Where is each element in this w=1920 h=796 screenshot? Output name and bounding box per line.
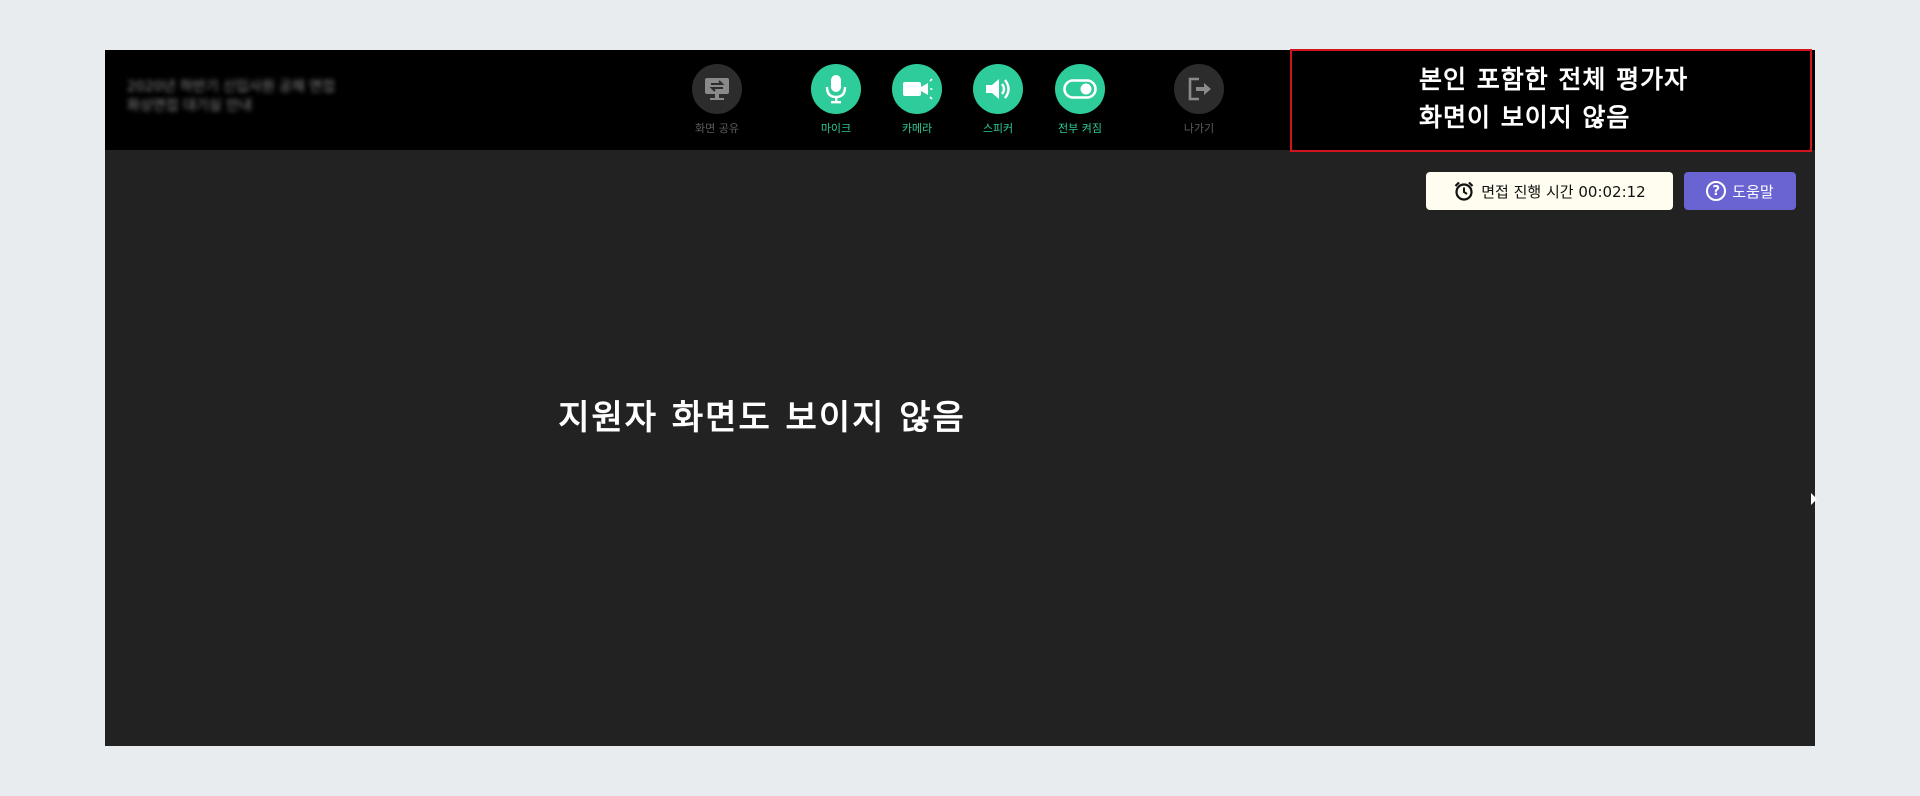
screen-share-label: 화면 공유 [695, 122, 739, 135]
candidate-video-message: 지원자 화면도 보이지 않음 [558, 398, 966, 438]
alarm-clock-icon [1454, 181, 1474, 201]
annotation-callout: 본인 포함한 전체 평가자 화면이 보이지 않음 [1290, 49, 1812, 152]
toggle-icon [1055, 64, 1105, 114]
question-circle-icon: ? [1706, 181, 1727, 201]
leave-button[interactable]: 나가기 [1159, 64, 1239, 144]
top-toolbar: 2020년 하반기 신입사원 공채 면접 화상면접 대기실 안내 화면 공유 마… [105, 49, 1815, 152]
screen-share-icon [692, 64, 742, 114]
microphone-button[interactable]: 마이크 [796, 64, 876, 144]
side-panel-handle[interactable] [1811, 493, 1817, 505]
speaker-icon [973, 64, 1023, 114]
help-label: 도움말 [1732, 182, 1774, 201]
annotation-line2: 화면이 보이지 않음 [1419, 103, 1631, 132]
leave-label: 나가기 [1183, 122, 1215, 135]
all-on-label: 전부 켜짐 [1058, 122, 1102, 135]
exit-icon [1174, 64, 1224, 114]
screen-share-button[interactable]: 화면 공유 [677, 64, 757, 144]
annotation-text: 본인 포함한 전체 평가자 화면이 보이지 않음 [1419, 61, 1688, 137]
speaker-button[interactable]: 스피커 [958, 64, 1038, 144]
help-button[interactable]: ? 도움말 [1684, 172, 1796, 210]
microphone-icon [811, 64, 861, 114]
all-on-toggle-button[interactable]: 전부 켜짐 [1040, 64, 1120, 144]
interview-timer: 면접 진행 시간 00:02:12 [1426, 172, 1673, 210]
video-interview-window: 2020년 하반기 신입사원 공채 면접 화상면접 대기실 안내 화면 공유 마… [105, 49, 1817, 746]
speaker-label: 스피커 [982, 122, 1014, 135]
microphone-label: 마이크 [820, 122, 852, 135]
annotation-line1: 본인 포함한 전체 평가자 [1419, 65, 1689, 94]
video-camera-icon [892, 64, 942, 114]
timer-label: 면접 진행 시간 00:02:12 [1481, 182, 1646, 201]
camera-label: 카메라 [901, 122, 933, 135]
camera-button[interactable]: 카메라 [877, 64, 957, 144]
